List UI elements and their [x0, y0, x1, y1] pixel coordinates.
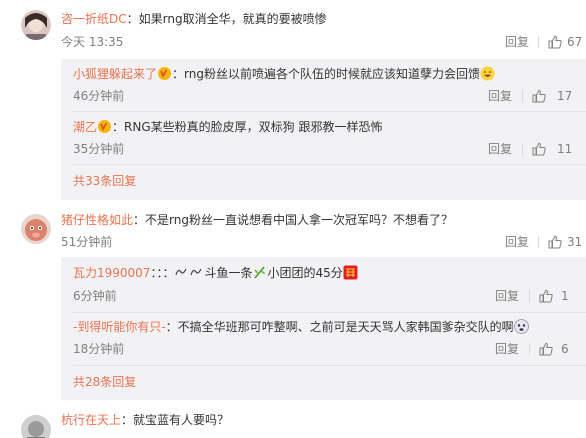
comment-text: 咨一折纸DC：如果rng取消全华，就真的要被喷惨 [61, 11, 327, 27]
avatar[interactable] [21, 415, 51, 438]
divider [73, 312, 586, 313]
reply-button[interactable]: 回复 [505, 34, 529, 50]
more-replies-link[interactable]: 共33条回复 [73, 173, 136, 189]
like-count: 1 [561, 289, 569, 303]
reply-button[interactable]: 回复 [505, 234, 529, 250]
reply-body: ：rng粉丝以前喷遍各个队伍的时候就应该知道孽力会回馈 [172, 67, 480, 81]
username-link[interactable]: 咨一折纸DC [61, 12, 127, 26]
reply-body: ：RNG某些粉真的脸皮厚，双标狗 跟邪教一样恐怖 [112, 120, 383, 134]
divider [73, 111, 586, 112]
timestamp: 35分钟前 [73, 142, 125, 156]
reply-button[interactable]: 回复 [495, 288, 519, 304]
username-link[interactable]: -到得听能你有只- [73, 320, 166, 334]
divider [529, 343, 530, 355]
avatar[interactable] [21, 214, 51, 244]
reply-panel: 瓦力1990007：：： 斗鱼一条 小团团的45分 6分钟前 回复 1 -到得听能你… [61, 257, 586, 400]
reply-body-part: 斗鱼一条 [204, 266, 253, 280]
username-link[interactable]: 小狐狸躲起来了 [73, 67, 157, 81]
more-replies-link[interactable]: 共28条回复 [73, 374, 136, 390]
comment-text: 猪仔性格如此：不是rng粉丝一直说想看中国人拿一次冠军吗？不想看了？ [61, 212, 453, 228]
comment-item: 杭行在天上：就宝蓝有人要吗？ [0, 405, 586, 438]
reply-body-part: ：：： [150, 266, 175, 280]
username-link[interactable]: 杭行在天上 [61, 413, 121, 427]
username-link[interactable]: 瓦力1990007 [73, 266, 150, 280]
reply-button[interactable]: 回复 [488, 88, 512, 104]
divider [522, 90, 523, 102]
thumbs-up-icon[interactable] [548, 235, 562, 249]
bamboo-emoji-icon [254, 266, 266, 279]
swirl-emoji-icon [175, 268, 188, 276]
reply-text: 小狐狸躲起来了 ：rng粉丝以前喷遍各个队伍的时候就应该知道孽力会回馈 [73, 66, 495, 82]
thumbs-up-icon[interactable] [539, 342, 553, 356]
reply-text: -到得听能你有只-：不搞全华班那可咋整啊、之前可是天天骂人家韩国爹杂交队的啊 [73, 319, 529, 335]
vip-badge-icon [98, 120, 112, 133]
thumbs-up-icon[interactable] [548, 35, 562, 49]
thumbs-up-icon[interactable] [532, 89, 546, 103]
timestamp: 51分钟前 [61, 235, 113, 249]
divider [73, 365, 586, 366]
comment-text: 杭行在天上：就宝蓝有人要吗？ [61, 412, 229, 428]
reply-button[interactable]: 回复 [495, 341, 519, 357]
reply-text: 潮乙 ：RNG某些粉真的脸皮厚，双标狗 跟邪教一样恐怖 [73, 119, 382, 135]
timestamp: 今天 13:35 [61, 35, 124, 49]
like-count: 17 [557, 89, 573, 103]
vip-badge-icon [158, 67, 172, 80]
comment-body: ：就宝蓝有人要吗？ [121, 413, 230, 427]
reply-button[interactable]: 回复 [488, 141, 512, 157]
like-count: 11 [557, 142, 573, 156]
username-link[interactable]: 猪仔性格如此 [61, 213, 133, 227]
laughing-emoji-icon [480, 66, 495, 81]
like-count: 31 [567, 235, 583, 249]
comment-body: ：如果rng取消全华，就真的要被喷惨 [126, 12, 327, 26]
username-link[interactable]: 潮乙 [73, 120, 97, 134]
timestamp: 46分钟前 [73, 89, 125, 103]
reply-body-part: 小团团的45分 [267, 266, 343, 280]
divider [529, 290, 530, 302]
like-count: 6 [561, 342, 569, 356]
divider [522, 143, 523, 155]
face-emoji-icon [513, 319, 529, 334]
comment-item: 咨一折纸DC：如果rng取消全华，就真的要被喷惨 今天 13:35 回复 67 … [0, 0, 586, 200]
like-count: 67 [567, 35, 583, 49]
double-happiness-icon [343, 265, 358, 280]
timestamp: 18分钟前 [73, 342, 125, 356]
divider [538, 36, 539, 48]
avatar[interactable] [21, 10, 51, 40]
reply-text: 瓦力1990007：：： 斗鱼一条 小团团的45分 [73, 265, 358, 281]
reply-panel: 小狐狸躲起来了 ：rng粉丝以前喷遍各个队伍的时候就应该知道孽力会回馈 46分钟前… [61, 59, 586, 200]
comment-item: 猪仔性格如此：不是rng粉丝一直说想看中国人拿一次冠军吗？不想看了？ 51分钟前… [0, 210, 586, 400]
reply-body: ：不搞全华班那可咋整啊、之前可是天天骂人家韩国爹杂交队的啊 [165, 320, 514, 334]
timestamp: 6分钟前 [73, 289, 117, 303]
swirl-emoji-icon [190, 268, 203, 276]
thumbs-up-icon[interactable] [539, 289, 553, 303]
divider [538, 236, 539, 248]
divider [73, 164, 586, 165]
thumbs-up-icon[interactable] [532, 142, 546, 156]
comment-body: ：不是rng粉丝一直说想看中国人拿一次冠军吗？不想看了？ [133, 213, 453, 227]
